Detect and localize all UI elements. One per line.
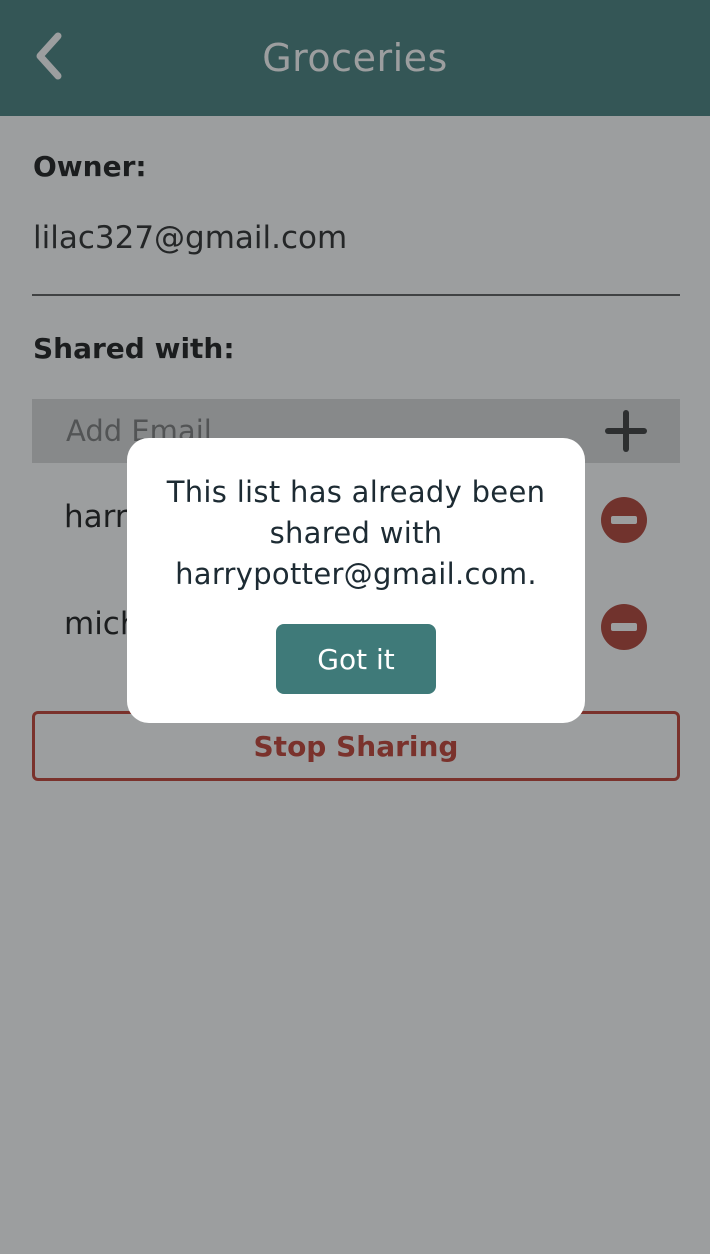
- already-shared-dialog: This list has already been shared with h…: [127, 438, 585, 723]
- got-it-button[interactable]: Got it: [276, 624, 436, 694]
- dialog-message: This list has already been shared with h…: [166, 475, 546, 591]
